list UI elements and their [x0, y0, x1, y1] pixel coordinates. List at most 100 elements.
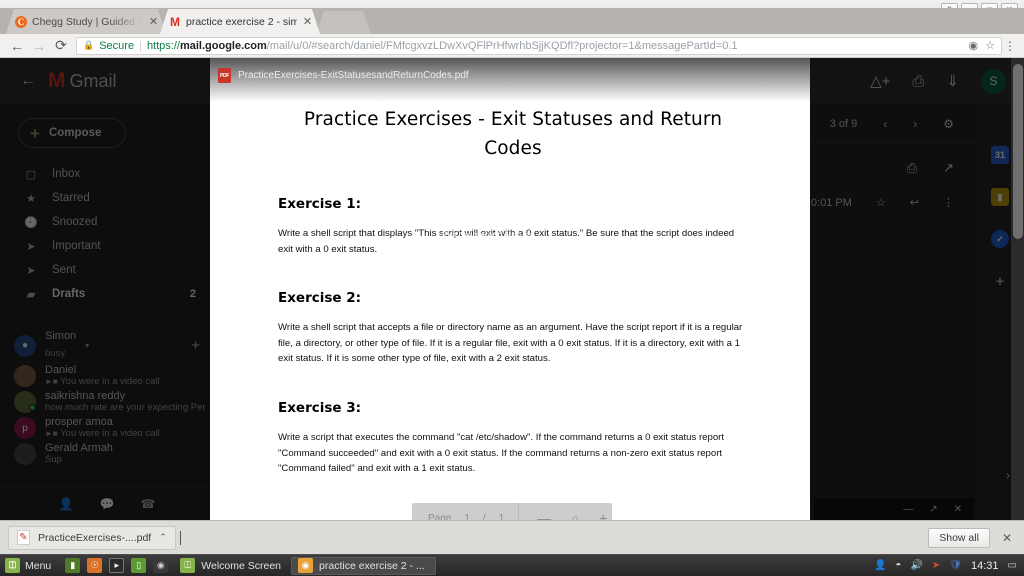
pdf-zoom-controls: — ⌕ + — [519, 510, 607, 521]
page-scrollbar-thumb[interactable] — [1013, 64, 1023, 239]
sidebar-item-drafts[interactable]: ▰ Drafts 2 — [0, 282, 214, 306]
forward-button[interactable]: → — [28, 35, 50, 57]
new-tab-button[interactable] — [316, 11, 371, 34]
sidebar-item-starred[interactable]: ★ Starred — [0, 186, 214, 210]
popout-icon[interactable]: ↗ — [929, 504, 937, 515]
tasks-icon[interactable]: ✓ — [991, 230, 1009, 248]
avatar: ● — [14, 334, 36, 357]
zoom-in-button[interactable]: + — [599, 510, 607, 520]
mint-menu-icon: ⎅ — [5, 558, 20, 573]
shield-icon[interactable]: 🛡 — [949, 560, 962, 571]
sidebar-item-sent[interactable]: ➤ Sent — [0, 258, 214, 282]
total-pages: 1 — [498, 512, 505, 521]
zoom-fit-icon[interactable]: ⌕ — [571, 510, 579, 521]
next-thread-button[interactable]: › — [913, 117, 917, 131]
show-desktop-icon[interactable]: ▭ — [1008, 560, 1017, 571]
popout-icon[interactable]: ↗ — [943, 160, 954, 176]
close-downloads-bar-icon[interactable]: ✕ — [1002, 531, 1016, 545]
calendar-icon[interactable]: 31 — [991, 146, 1009, 164]
console-launcher-icon[interactable]: ▸ — [109, 558, 125, 573]
video-call-icon: ►■ — [45, 376, 58, 386]
page-scrollbar[interactable] — [1011, 58, 1024, 520]
page-separator: / — [482, 512, 486, 521]
gmail-back-button[interactable]: ← — [14, 72, 42, 90]
downloads-divider — [179, 530, 181, 545]
star-icon[interactable]: ☆ — [876, 196, 886, 209]
terminal-launcher-icon[interactable]: ▮ — [65, 558, 81, 573]
menu-button[interactable]: ⎅ Menu — [0, 555, 59, 576]
sidebar-item-inbox[interactable]: ▢ Inbox — [0, 162, 214, 186]
url-host: mail.google.com — [179, 39, 267, 52]
sidebar-item-snoozed[interactable]: 🕘 Snoozed — [0, 210, 214, 234]
download-icon[interactable]: ⇓ — [946, 72, 959, 90]
gmail-favicon-icon: M — [170, 14, 180, 29]
network-icon[interactable]: ◓ — [895, 560, 901, 571]
current-page-input[interactable]: 1 — [464, 513, 470, 521]
pdf-page-indicator: Page 1 / 1 — [412, 513, 504, 521]
avatar[interactable]: S — [981, 68, 1006, 94]
close-icon[interactable]: ✕ — [954, 504, 962, 515]
compose-label: Compose — [48, 127, 102, 139]
list-item[interactable]: saikrishna reddy how much rate are your … — [0, 389, 214, 415]
hangouts-self-row[interactable]: ● Simon busy ▾ + — [0, 329, 214, 363]
clock[interactable]: 14:31 — [971, 560, 999, 572]
files-launcher-icon[interactable]: ▯ — [131, 558, 147, 573]
software-launcher-icon[interactable]: ◉ — [153, 558, 169, 573]
tab-close-icon[interactable]: ✕ — [148, 15, 159, 28]
taskbar: ⎅ Menu ▮ ☉ ▸ ▯ ◉ ⎅ Welcome Screen ◉ prac… — [0, 554, 1024, 576]
send-icon: ➤ — [26, 264, 36, 277]
pdf-document: Practice Exercises - Exit Statuses and R… — [210, 58, 810, 477]
tab-close-icon[interactable]: ✕ — [302, 15, 313, 28]
tab-chegg-study[interactable]: C Chegg Study | Guided S ✕ — [6, 9, 166, 34]
previous-thread-button[interactable]: ‹ — [883, 117, 887, 131]
compose-window-minimized[interactable]: — ↗ ✕ — [814, 498, 974, 520]
list-item[interactable]: p prosper amoa ►■ You were in a video ca… — [0, 415, 214, 441]
print-icon[interactable]: ⎙ — [912, 73, 924, 90]
minimize-icon[interactable]: — — [903, 504, 913, 515]
chevron-up-icon[interactable]: ⌃ — [159, 532, 167, 543]
taskbar-window-chrome[interactable]: ◉ practice exercise 2 - ... — [291, 556, 436, 575]
phone-icon[interactable]: ☎ — [140, 497, 155, 511]
chevron-down-icon[interactable]: ▾ — [85, 341, 89, 350]
bookmark-star-icon[interactable]: ☆ — [985, 39, 995, 52]
download-item[interactable]: ✎ PracticeExercises-....pdf ⌃ — [8, 525, 176, 550]
back-button[interactable]: ← — [6, 35, 28, 57]
reload-button[interactable]: ⟳ — [50, 35, 72, 57]
print-icon[interactable]: ⎙ — [907, 160, 917, 176]
firefox-launcher-icon[interactable]: ☉ — [87, 558, 103, 573]
address-bar[interactable]: 🔒 Secure | https://mail.google.com/mail/… — [76, 36, 1002, 55]
inbox-icon: ▢ — [25, 168, 37, 181]
contact-preview: ►■ You were in a video call — [45, 376, 160, 388]
taskbar-window-welcome-screen[interactable]: ⎅ Welcome Screen — [174, 557, 291, 575]
drive-add-icon[interactable]: △+ — [870, 72, 890, 90]
gear-icon[interactable]: ⚙ — [943, 117, 954, 131]
gmail-sidebar: + Compose ▢ Inbox ★ Starred 🕘 Snoozed ➤ … — [0, 104, 214, 520]
sidebar-item-label: Important — [52, 240, 101, 252]
show-all-downloads-button[interactable]: Show all — [928, 527, 990, 548]
rail-expand-button[interactable]: › — [1006, 468, 1010, 482]
keep-icon[interactable]: ▮ — [991, 188, 1009, 206]
contacts-icon[interactable]: 👤 — [59, 497, 74, 511]
list-item[interactable]: Daniel ►■ You were in a video call — [0, 363, 214, 389]
tab-practice-exercise[interactable]: M practice exercise 2 - sim ✕ — [160, 9, 320, 34]
pdf-page-controls: Page 1 / 1 — ⌕ + — [412, 503, 612, 520]
volume-icon[interactable]: 🔊 — [910, 560, 922, 571]
sidebar-item-important[interactable]: ➤ Important — [0, 234, 214, 258]
plus-icon: + — [30, 123, 40, 143]
user-icon[interactable]: 👤 — [874, 560, 886, 571]
back-arrow-icon: ← — [20, 72, 36, 89]
new-conversation-button[interactable]: + — [191, 337, 200, 354]
more-options-icon[interactable]: ⋮ — [943, 196, 954, 209]
compose-button[interactable]: + Compose — [18, 118, 126, 148]
reply-icon[interactable]: ↩ — [910, 196, 919, 209]
pdf-ghost-artifact: Exit Status and Return — [442, 230, 533, 240]
contact-info: saikrishna reddy how much rate are your … — [45, 390, 206, 414]
list-item[interactable]: Gerald Armah Sup — [0, 441, 214, 467]
update-icon[interactable]: ➤ — [932, 560, 940, 571]
chrome-menu-button[interactable]: ⋮ — [1002, 39, 1018, 53]
zoom-out-button[interactable]: — — [537, 510, 551, 520]
add-on-icon[interactable]: + — [991, 272, 1009, 290]
hangouts-icon[interactable]: 💬 — [100, 497, 115, 511]
exercise-3-heading: Exercise 3: — [278, 400, 362, 416]
view-site-information-icon[interactable]: ◉ — [969, 39, 979, 52]
